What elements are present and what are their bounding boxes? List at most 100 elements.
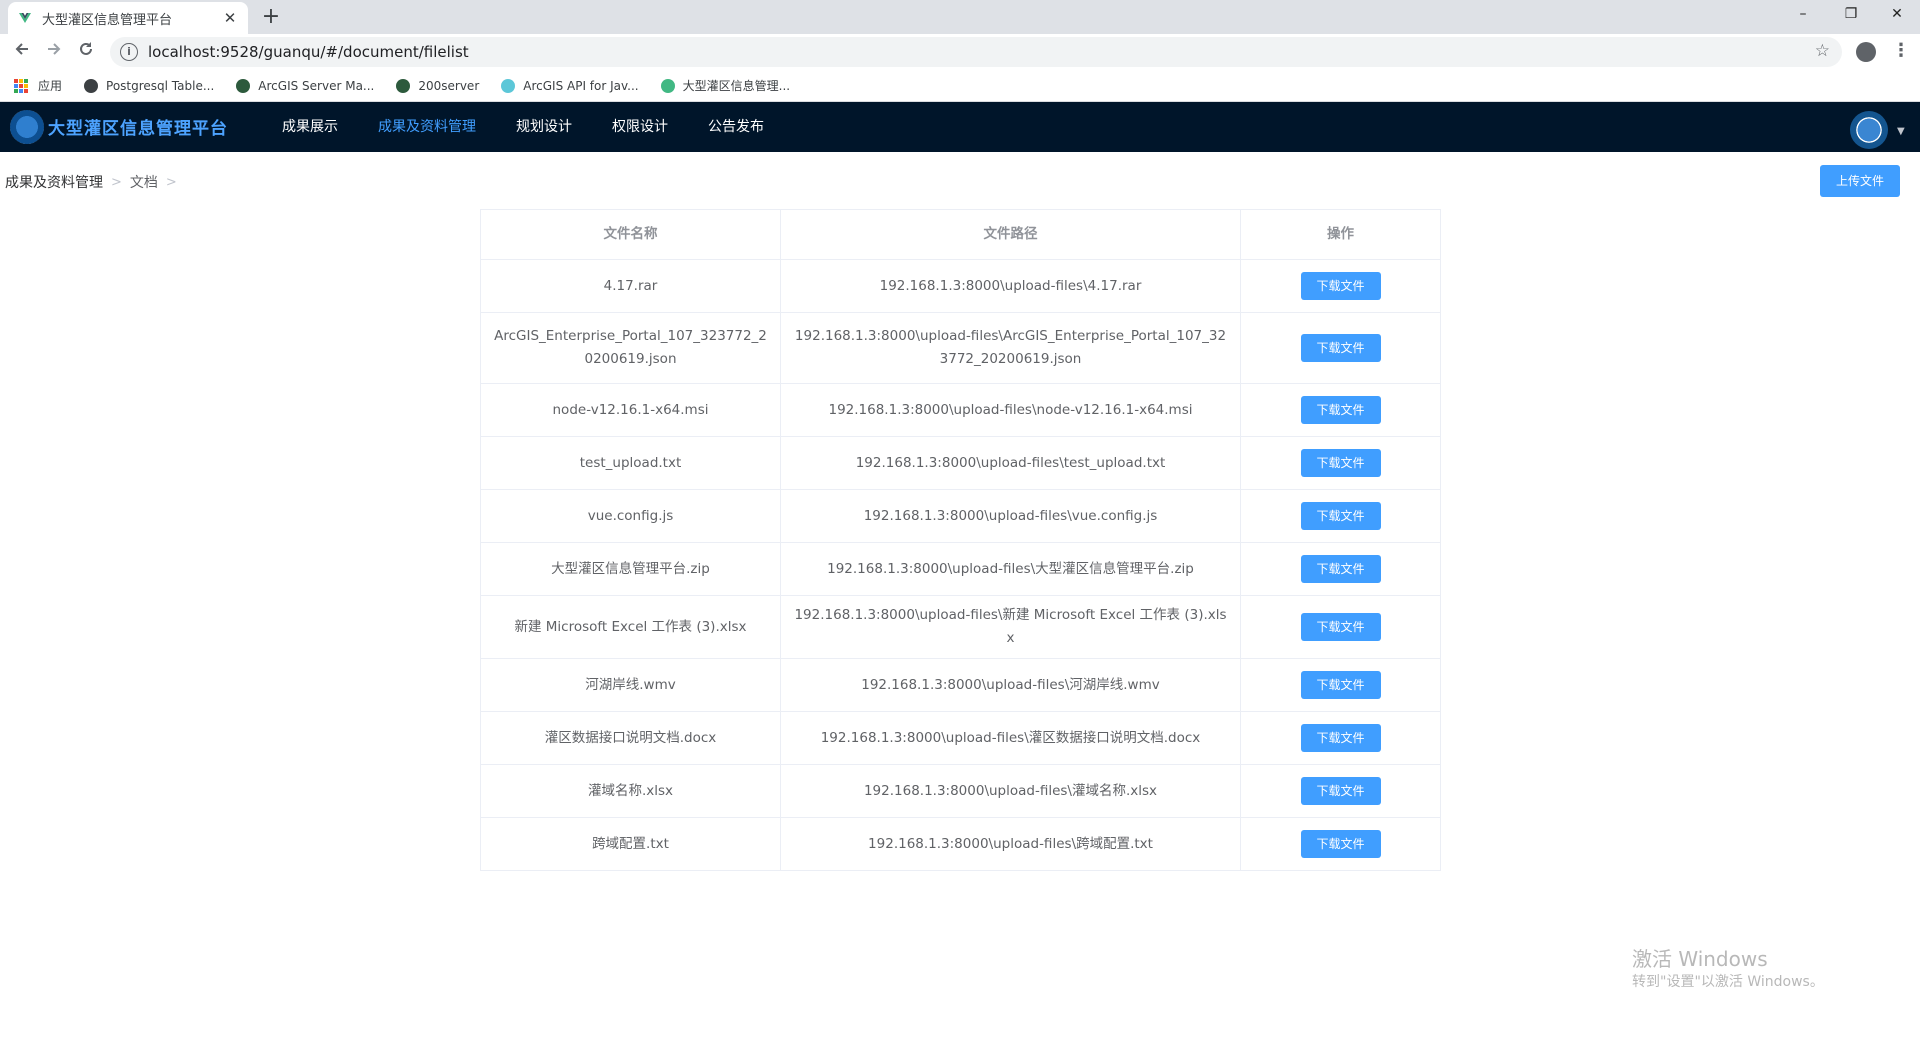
- file-name-cell: 跨域配置.txt: [480, 817, 781, 871]
- bookmark-apps[interactable]: 应用: [14, 77, 62, 94]
- file-path-cell: 192.168.1.3:8000\upload-files\4.17.rar: [780, 259, 1241, 313]
- action-cell: 下载文件: [1240, 764, 1441, 818]
- breadcrumb: 成果及资料管理 > 文档 >: [5, 172, 185, 192]
- file-path-cell: 192.168.1.3:8000\upload-files\灌区数据接口说明文档…: [780, 711, 1241, 765]
- file-path-cell: 192.168.1.3:8000\upload-files\test_uploa…: [780, 436, 1241, 490]
- file-name-cell: 灌域名称.xlsx: [480, 764, 781, 818]
- file-name-cell: 河湖岸线.wmv: [480, 658, 781, 712]
- menu-item-planning[interactable]: 规划设计: [496, 102, 592, 152]
- apps-grid-icon: [14, 78, 28, 93]
- forward-icon[interactable]: [42, 40, 66, 64]
- reload-icon[interactable]: [74, 40, 98, 64]
- bookmark-star-icon[interactable]: ☆: [1815, 41, 1830, 61]
- profile-icon[interactable]: [1856, 42, 1876, 62]
- file-path-cell: 192.168.1.3:8000\upload-files\node-v12.1…: [780, 383, 1241, 437]
- file-path-cell: 192.168.1.3:8000\upload-files\跨域配置.txt: [780, 817, 1241, 871]
- menu-item-announcements[interactable]: 公告发布: [688, 102, 784, 152]
- action-cell: 下载文件: [1240, 383, 1441, 437]
- back-icon[interactable]: [10, 40, 34, 64]
- activation-watermark-subtitle: 转到"设置"以激活 Windows。: [1632, 974, 1824, 990]
- vue-icon: [660, 78, 675, 93]
- column-header-name: 文件名称: [480, 209, 781, 260]
- file-path-cell: 192.168.1.3:8000\upload-files\灌域名称.xlsx: [780, 764, 1241, 818]
- download-button[interactable]: 下载文件: [1300, 724, 1381, 752]
- file-path-cell: 192.168.1.3:8000\upload-files\ArcGIS_Ent…: [780, 312, 1241, 384]
- table-row: test_upload.txt 192.168.1.3:8000\upload-…: [480, 436, 1441, 490]
- menu-item-data-management[interactable]: 成果及资料管理: [358, 102, 496, 152]
- upload-file-button[interactable]: 上传文件: [1820, 165, 1900, 197]
- browser-tab[interactable]: 大型灌区信息管理平台 ✕: [8, 2, 248, 34]
- activation-watermark-title: 激活 Windows: [1632, 947, 1768, 971]
- column-header-action: 操作: [1240, 209, 1441, 260]
- browser-menu-icon[interactable]: ⋮: [1892, 40, 1910, 61]
- download-button[interactable]: 下载文件: [1300, 613, 1381, 641]
- breadcrumb-item: 文档: [129, 175, 158, 191]
- address-bar[interactable]: i localhost:9528/guanqu/#/document/filel…: [110, 37, 1842, 67]
- minimize-button[interactable]: –: [1780, 0, 1826, 30]
- url-text: localhost:9528/guanqu/#/document/filelis…: [148, 43, 469, 61]
- download-button[interactable]: 下载文件: [1300, 671, 1381, 699]
- table-row: 灌域名称.xlsx 192.168.1.3:8000\upload-files\…: [480, 764, 1441, 818]
- download-button[interactable]: 下载文件: [1300, 272, 1381, 300]
- menu-item-results[interactable]: 成果展示: [262, 102, 358, 152]
- action-cell: 下载文件: [1240, 817, 1441, 871]
- action-cell: 下载文件: [1240, 542, 1441, 596]
- action-cell: 下载文件: [1240, 658, 1441, 712]
- download-button[interactable]: 下载文件: [1300, 555, 1381, 583]
- browser-toolbar: i localhost:9528/guanqu/#/document/filel…: [0, 34, 1920, 70]
- download-button[interactable]: 下载文件: [1300, 830, 1381, 858]
- file-name-cell: 大型灌区信息管理平台.zip: [480, 542, 781, 596]
- brand-title: 大型灌区信息管理平台: [48, 119, 228, 139]
- table-row: vue.config.js 192.168.1.3:8000\upload-fi…: [480, 489, 1441, 543]
- bookmark-arcgis-api[interactable]: ArcGIS API for Jav...: [501, 78, 639, 93]
- download-button[interactable]: 下载文件: [1300, 334, 1381, 362]
- action-cell: 下载文件: [1240, 259, 1441, 313]
- bookmarks-bar: 应用 Postgresql Table... ArcGIS Server Ma.…: [0, 70, 1920, 102]
- bookmark-label: ArcGIS API for Jav...: [523, 78, 639, 93]
- action-cell: 下载文件: [1240, 595, 1441, 659]
- globe-icon: [84, 78, 99, 93]
- action-cell: 下载文件: [1240, 312, 1441, 384]
- table-row: 河湖岸线.wmv 192.168.1.3:8000\upload-files\河…: [480, 658, 1441, 712]
- bookmark-arcgis-server[interactable]: ArcGIS Server Ma...: [236, 78, 374, 93]
- action-cell: 下载文件: [1240, 489, 1441, 543]
- table-row: 4.17.rar 192.168.1.3:8000\upload-files\4…: [480, 259, 1441, 313]
- arcgis-icon: [501, 78, 516, 93]
- download-button[interactable]: 下载文件: [1300, 396, 1381, 424]
- avatar[interactable]: [1850, 111, 1888, 149]
- download-button[interactable]: 下载文件: [1300, 449, 1381, 477]
- action-cell: 下载文件: [1240, 711, 1441, 765]
- file-table: 文件名称 文件路径 操作 4.17.rar 192.168.1.3:8000\u…: [480, 209, 1441, 871]
- bookmark-label: Postgresql Table...: [106, 78, 215, 93]
- breadcrumb-separator-icon: >: [111, 174, 122, 190]
- download-button[interactable]: 下载文件: [1300, 777, 1381, 805]
- close-window-button[interactable]: ✕: [1874, 0, 1920, 30]
- file-name-cell: vue.config.js: [480, 489, 781, 543]
- bookmark-label: 200server: [418, 78, 480, 93]
- bookmark-200server[interactable]: 200server: [396, 78, 480, 93]
- app-header: 大型灌区信息管理平台 成果展示 成果及资料管理 规划设计 权限设计 公告发布 ▼: [0, 102, 1920, 152]
- table-row: 新建 Microsoft Excel 工作表 (3).xlsx 192.168.…: [480, 595, 1441, 659]
- vue-icon: [18, 11, 32, 25]
- logo-icon: [10, 110, 44, 144]
- bookmark-postgresql[interactable]: Postgresql Table...: [84, 78, 215, 93]
- column-header-path: 文件路径: [780, 209, 1241, 260]
- action-cell: 下载文件: [1240, 436, 1441, 490]
- table-row: node-v12.16.1-x64.msi 192.168.1.3:8000\u…: [480, 383, 1441, 437]
- breadcrumb-item[interactable]: 成果及资料管理: [5, 172, 103, 192]
- table-row: 跨域配置.txt 192.168.1.3:8000\upload-files\跨…: [480, 817, 1441, 871]
- top-menu: 成果展示 成果及资料管理 规划设计 权限设计 公告发布: [262, 102, 784, 152]
- new-tab-button[interactable]: +: [258, 4, 284, 30]
- file-path-cell: 192.168.1.3:8000\upload-files\新建 Microso…: [780, 595, 1241, 659]
- file-path-cell: 192.168.1.3:8000\upload-files\大型灌区信息管理平台…: [780, 542, 1241, 596]
- file-name-cell: 灌区数据接口说明文档.docx: [480, 711, 781, 765]
- caret-down-icon[interactable]: ▼: [1897, 126, 1905, 137]
- table-row: ArcGIS_Enterprise_Portal_107_323772_2020…: [480, 312, 1441, 384]
- download-button[interactable]: 下载文件: [1300, 502, 1381, 530]
- site-info-icon[interactable]: i: [120, 43, 138, 61]
- restore-button[interactable]: ❐: [1828, 0, 1874, 30]
- tab-close-icon[interactable]: ✕: [222, 9, 238, 27]
- file-name-cell: 4.17.rar: [480, 259, 781, 313]
- bookmark-platform[interactable]: 大型灌区信息管理...: [660, 77, 790, 94]
- menu-item-permissions[interactable]: 权限设计: [592, 102, 688, 152]
